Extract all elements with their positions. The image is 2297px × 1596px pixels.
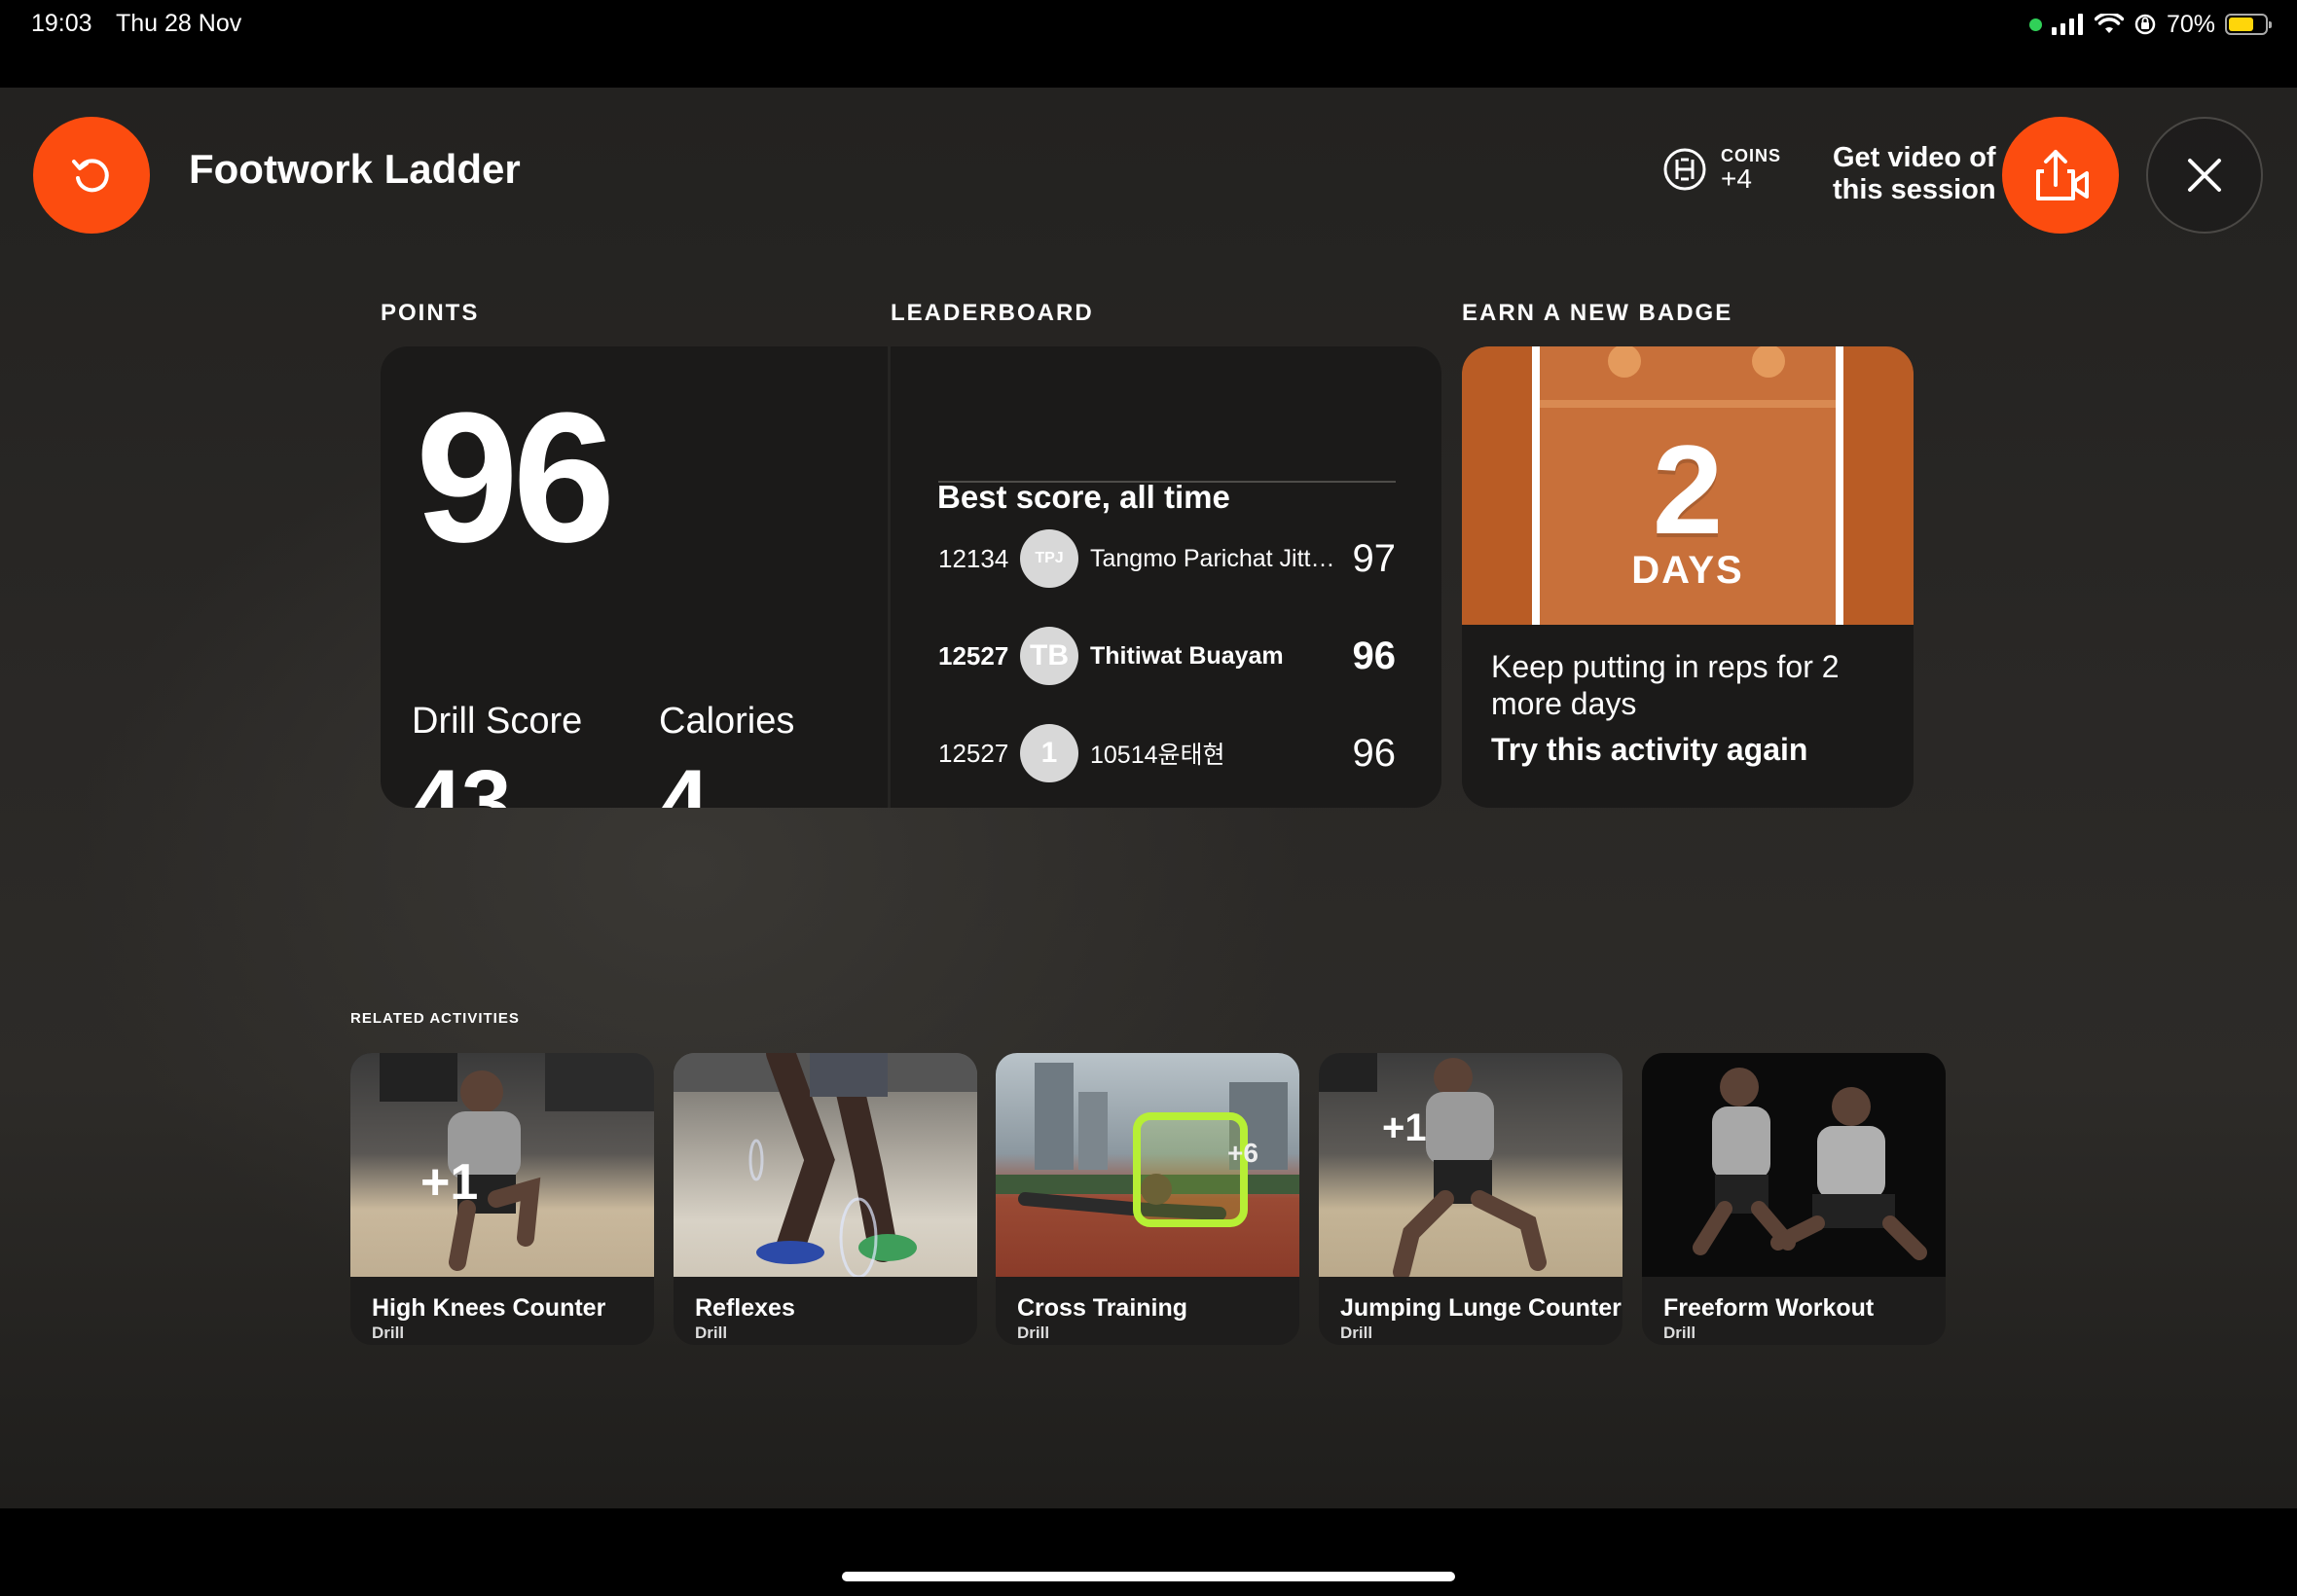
svg-text:+1: +1 [420, 1154, 478, 1211]
activity-name: High Knees Counter [372, 1294, 606, 1322]
results-screen: Footwork Ladder COINS +4 Get video of th… [0, 88, 2297, 1508]
leaderboard-row-current-user[interactable]: 12527 TB Thitiwat Buayam 96 [938, 625, 1396, 687]
home-indicator[interactable] [842, 1572, 1455, 1581]
close-icon [2188, 159, 2221, 192]
coins-earned: COINS +4 [1662, 146, 1781, 193]
card-divider [888, 346, 891, 808]
svg-text:+1: +1 [1382, 1106, 1427, 1149]
coins-value: +4 [1721, 163, 1752, 194]
avatar: TPJ [1020, 529, 1078, 588]
activity-name: Reflexes [695, 1294, 795, 1322]
battery-icon [2225, 14, 2272, 35]
leaderboard-score: 97 [1352, 536, 1397, 580]
leaderboard-section-label: LEADERBOARD [891, 300, 1094, 326]
replay-button[interactable] [33, 117, 150, 234]
total-points: 96 [416, 375, 615, 581]
activity-card-jumping-lunge[interactable]: +1 Jumping Lunge Counter Drill [1319, 1053, 1622, 1345]
badge-days-unit: DAYS [1631, 549, 1744, 592]
leaderboard-rule [938, 481, 1396, 483]
badge-message: Keep putting in reps for 2 more days [1491, 649, 1840, 721]
activity-card-reflexes[interactable]: Reflexes Drill [674, 1053, 977, 1345]
activity-thumbnail [674, 1053, 977, 1277]
activity-type: Drill [695, 1324, 728, 1342]
leaderboard-row[interactable]: 12134 TPJ Tangmo Parichat Jitta... 97 [938, 527, 1396, 590]
cellular-signal-icon [2051, 14, 2083, 35]
close-button[interactable] [2146, 117, 2263, 234]
activity-type: Drill [1340, 1324, 1373, 1342]
try-again-link[interactable]: Try this activity again [1491, 732, 1807, 768]
avatar: TB [1020, 627, 1078, 685]
leaderboard-name: 10514윤태현 [1090, 742, 1225, 769]
svg-text:+6: +6 [1227, 1138, 1258, 1168]
badge-days-number: 2 [1652, 418, 1724, 561]
activity-card-cross-training[interactable]: +6 Cross Training Drill [996, 1053, 1299, 1345]
badge-card[interactable]: 2 DAYS Keep putting in reps for 2 more d… [1462, 346, 1914, 808]
leaderboard-score: 96 [1352, 731, 1397, 775]
avatar: 1 [1020, 724, 1078, 782]
status-indicators: 70% [2028, 10, 2272, 38]
share-video-icon [2036, 150, 2089, 200]
activity-name: Freeform Workout [1663, 1294, 1875, 1322]
leaderboard-heading: Best score, all time [937, 479, 1230, 515]
coins-label: COINS [1721, 146, 1782, 165]
related-activities-label: RELATED ACTIVITIES [350, 1010, 520, 1027]
camera-in-use-icon [2028, 18, 2042, 31]
calories-label: Calories [659, 701, 795, 742]
get-video-label: Get video of this session [1833, 142, 1996, 206]
screen-lock-rotation-icon [2134, 14, 2156, 35]
activity-type: Drill [1663, 1324, 1696, 1342]
activity-card-freeform-workout[interactable]: Freeform Workout Drill [1642, 1053, 1946, 1345]
activity-thumbnail: +1 [350, 1053, 654, 1277]
drill-score-value: 43 [412, 752, 512, 808]
share-video-button[interactable] [2002, 117, 2119, 234]
calories-value: 4 [659, 752, 710, 808]
status-date: Thu 28 Nov [116, 10, 242, 37]
activity-card-high-knees[interactable]: +1 High Knees Counter Drill [350, 1053, 654, 1345]
activity-thumbnail: +6 [996, 1053, 1299, 1277]
leaderboard-score: 96 [1352, 634, 1397, 677]
points-section-label: POINTS [381, 300, 480, 326]
get-video-line1: Get video of [1833, 142, 1996, 173]
badge-illustration: 2 DAYS [1462, 346, 1914, 625]
leaderboard-rank: 12527 [938, 640, 1009, 671]
status-time: 19:03 [31, 10, 92, 37]
activity-name: Jumping Lunge Counter [1340, 1294, 1622, 1322]
activity-title: Footwork Ladder [189, 146, 521, 192]
wifi-icon [2094, 14, 2124, 33]
activity-type: Drill [1017, 1324, 1050, 1342]
status-bar: 19:03 Thu 28 Nov 70% [0, 0, 2297, 88]
activity-name: Cross Training [1017, 1294, 1188, 1322]
leaderboard-rank: 12527 [938, 738, 1009, 768]
drill-score-label: Drill Score [412, 701, 583, 742]
leaderboard-rank: 12134 [938, 543, 1009, 573]
leaderboard-name: Tangmo Parichat Jitta... [1090, 544, 1337, 572]
leaderboard-row[interactable]: 12527 1 10514윤태현 96 [938, 722, 1396, 784]
badge-section-label: EARN A NEW BADGE [1462, 300, 1733, 326]
coin-icon [1663, 148, 1706, 191]
battery-percent: 70% [2166, 10, 2215, 38]
bottom-safe-area [0, 1508, 2297, 1596]
activity-type: Drill [372, 1324, 405, 1342]
get-video-line2: this session [1833, 174, 1996, 205]
leaderboard-name: Thitiwat Buayam [1090, 641, 1284, 670]
activity-thumbnail [1642, 1053, 1946, 1277]
replay-icon [72, 159, 109, 193]
activity-thumbnail: +1 [1319, 1053, 1622, 1277]
